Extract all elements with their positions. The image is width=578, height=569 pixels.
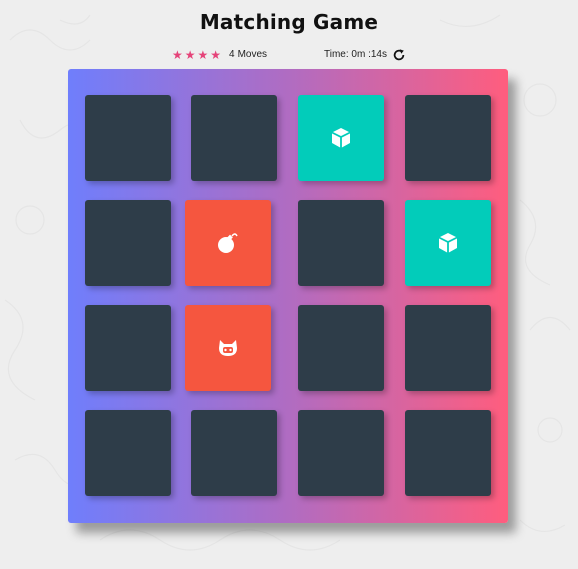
card[interactable] (85, 305, 171, 391)
star-icon: ★ (172, 48, 183, 62)
card-deck (68, 69, 508, 523)
card[interactable] (298, 95, 384, 181)
moves-label: Moves (237, 49, 268, 60)
github-cat-icon (219, 340, 237, 356)
card[interactable] (405, 410, 491, 496)
card[interactable] (185, 200, 271, 286)
timer: Time: 0m :14s (324, 49, 387, 60)
star-icon: ★ (184, 48, 196, 62)
cube-icon (331, 128, 351, 148)
page-title: Matching Game (199, 10, 379, 34)
card[interactable] (298, 305, 384, 391)
card[interactable] (191, 410, 277, 496)
cube-icon (438, 233, 458, 253)
card[interactable] (405, 95, 491, 181)
moves-count: 4 (229, 49, 235, 60)
star-icon: ★ (210, 48, 222, 62)
restart-button[interactable] (392, 48, 406, 62)
star-rating: ★ ★ ★ ★ (172, 47, 221, 63)
card[interactable] (185, 305, 271, 391)
bomb-icon (218, 233, 238, 253)
moves-counter: 4 Moves (229, 49, 270, 60)
card[interactable] (298, 200, 384, 286)
star-icon: ★ (197, 48, 209, 62)
card[interactable] (298, 410, 384, 496)
card[interactable] (85, 95, 171, 181)
score-panel: ★ ★ ★ ★ 4 Moves Time: 0m :14s (172, 48, 412, 64)
card[interactable] (405, 305, 491, 391)
card[interactable] (191, 95, 277, 181)
card[interactable] (85, 200, 171, 286)
card[interactable] (85, 410, 171, 496)
card[interactable] (405, 200, 491, 286)
